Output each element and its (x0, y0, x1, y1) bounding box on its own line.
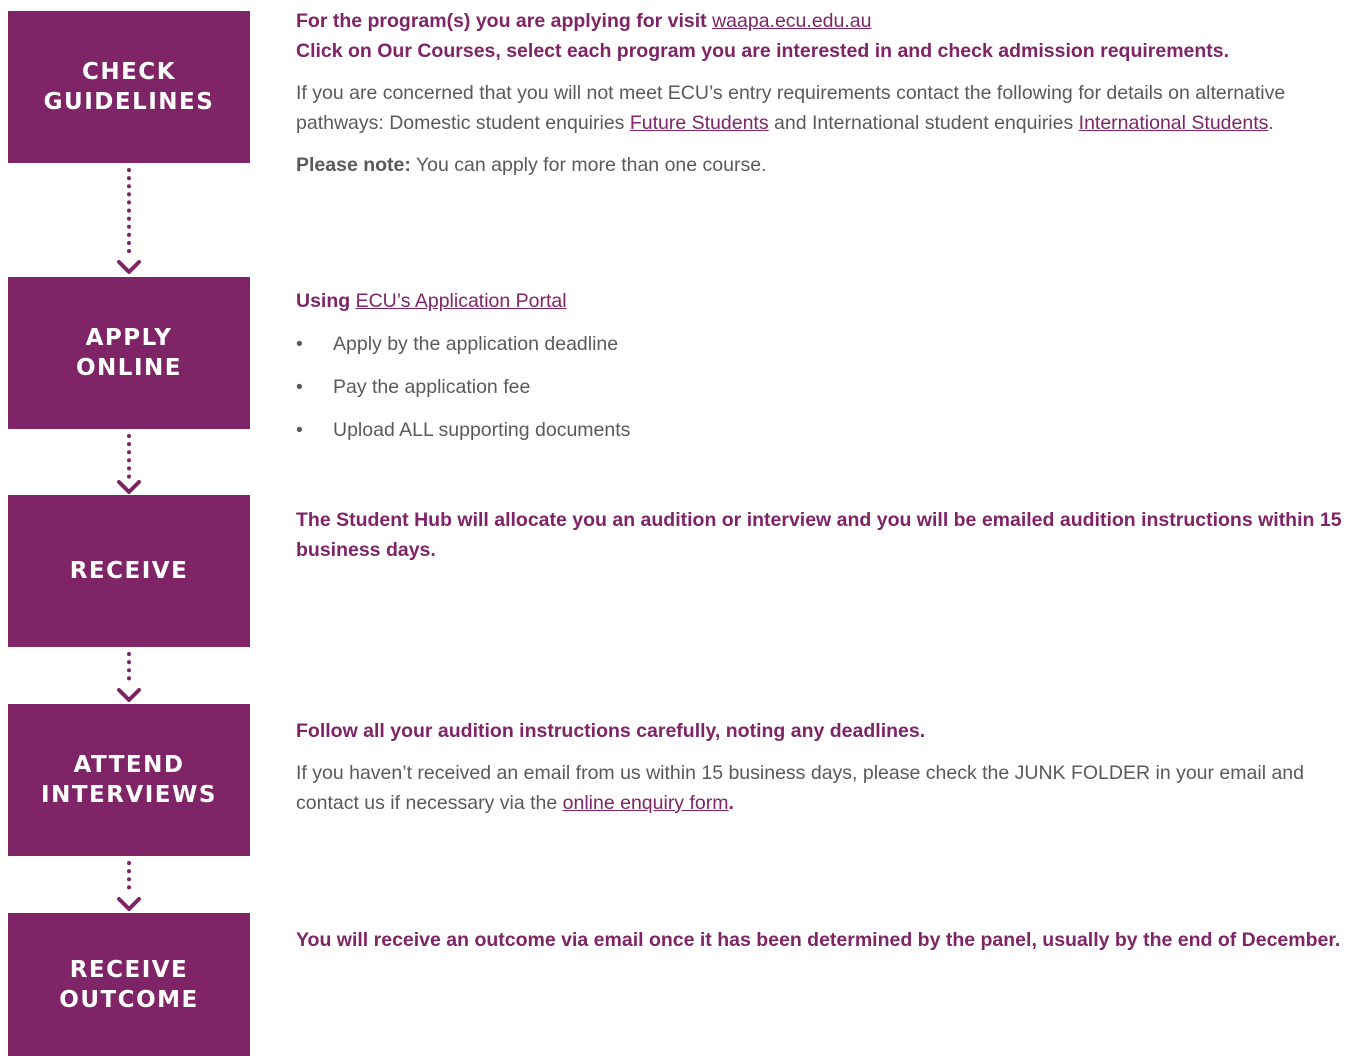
step1-para-end: . (1268, 112, 1274, 134)
step-label-line: RECEIVE (69, 558, 189, 584)
bullet-icon: • (296, 333, 303, 355)
step3-text: The Student Hub will allocate you an aud… (296, 509, 1342, 561)
step-label-line: ONLINE (76, 355, 182, 381)
list-item: • Apply by the application deadline (296, 329, 1358, 359)
dotted-arrow-icon (117, 434, 141, 494)
note-text: You can apply for more than one course. (415, 154, 767, 176)
step-box-check-guidelines: CHECK GUIDELINES (8, 11, 250, 163)
list-item: • Pay the application fee (296, 372, 1358, 402)
application-portal-link[interactable]: ECU’s Application Portal (356, 290, 567, 312)
list-item-text: Upload ALL supporting documents (333, 419, 631, 441)
step-box-apply-online: APPLY ONLINE (8, 277, 250, 429)
online-enquiry-form-link[interactable]: online enquiry form (563, 792, 729, 814)
step-label-line: OUTCOME (59, 986, 199, 1013)
step-box-receive-outcome: RECEIVE OUTCOME (8, 913, 250, 1056)
list-item: • Upload ALL supporting documents (296, 415, 1358, 445)
list-item-text: Apply by the application deadline (333, 333, 619, 355)
step2-content: Using ECU’s Application Portal • Apply b… (296, 286, 1358, 445)
step1-instruction: Click on Our Courses, select each progra… (296, 40, 1230, 62)
bullet-icon: • (296, 419, 303, 441)
step-label-line: INTERVIEWS (41, 782, 217, 808)
step1-para-text: and International student enquiries (774, 112, 1074, 134)
future-students-link[interactable]: Future Students (630, 112, 769, 134)
bullet-icon: • (296, 376, 303, 398)
international-students-link[interactable]: International Students (1079, 112, 1269, 134)
step4-para-text: If you haven’t received an email from us… (296, 762, 1304, 814)
step-box-receive: RECEIVE (8, 495, 250, 647)
dotted-arrow-icon (117, 652, 141, 702)
step4-bold: Follow all your audition instructions ca… (296, 720, 926, 742)
note-label: Please note: (296, 154, 411, 176)
step5-content: You will receive an outcome via email on… (296, 925, 1358, 955)
list-item-text: Pay the application fee (333, 376, 531, 398)
step2-using: Using ECU’s Application Portal (296, 286, 1358, 316)
step1-pathways-paragraph: If you are concerned that you will not m… (296, 78, 1358, 138)
step5-text: You will receive an outcome via email on… (296, 929, 1341, 951)
dotted-arrow-icon (117, 861, 141, 911)
step-box-attend-interviews: ATTEND INTERVIEWS (8, 704, 250, 856)
waapa-website-link[interactable]: waapa.ecu.edu.au (712, 10, 871, 32)
connector-arrow-1 (114, 168, 144, 276)
step-label-line: CHECK (81, 59, 177, 85)
step1-intro: For the program(s) you are applying for … (296, 6, 1358, 36)
step-label-line: APPLY (85, 325, 173, 351)
step3-content: The Student Hub will allocate you an aud… (296, 505, 1358, 565)
step1-content: For the program(s) you are applying for … (296, 6, 1358, 180)
step2-bullet-list: • Apply by the application deadline • Pa… (296, 329, 1358, 445)
step-label-line: RECEIVE (69, 956, 189, 983)
step-label-line: GUIDELINES (43, 89, 215, 115)
step4-para-end: . (728, 792, 734, 814)
step1-intro-bold: For the program(s) you are applying for … (296, 10, 707, 32)
step4-paragraph: If you haven’t received an email from us… (296, 758, 1358, 818)
step4-content: Follow all your audition instructions ca… (296, 716, 1358, 818)
step-label-line: ATTEND (73, 752, 185, 778)
connector-arrow-3 (114, 652, 144, 702)
dotted-arrow-icon (117, 168, 141, 274)
step1-note: Please note: You can apply for more than… (296, 150, 1358, 180)
connector-arrow-4 (114, 861, 144, 911)
connector-arrow-2 (114, 434, 144, 494)
using-label: Using (296, 290, 351, 312)
